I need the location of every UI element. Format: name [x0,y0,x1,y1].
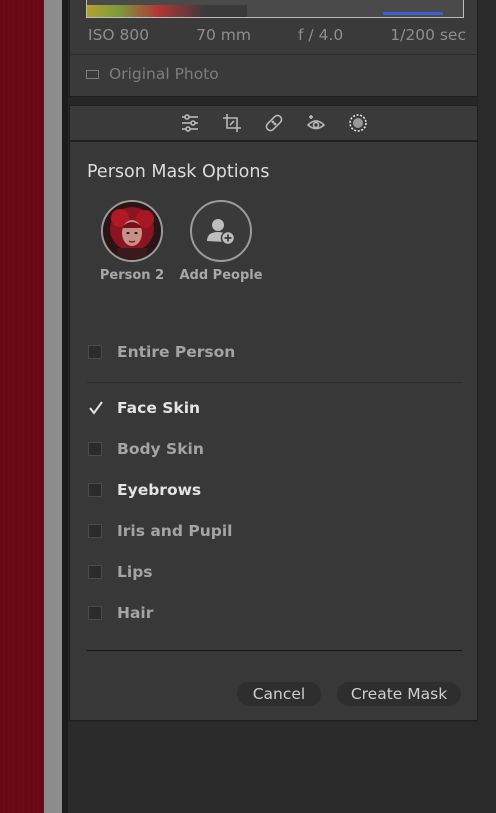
crop-icon[interactable] [221,112,243,134]
photo-frame-border [44,0,62,813]
option-face-skin[interactable]: Face Skin [88,399,200,417]
checkbox[interactable] [88,442,102,456]
option-label: Iris and Pupil [117,522,233,540]
person-2-chip[interactable]: Person 2 [87,200,177,283]
panel-gutter [62,0,68,813]
option-label: Hair [117,604,154,622]
histogram-blue-channel [383,12,443,15]
divider [70,54,477,55]
divider [87,382,462,383]
checkmark-icon[interactable] [88,401,103,415]
panel-footer-area [68,722,496,813]
checkbox[interactable] [88,565,102,579]
exif-info-row: ISO 800 70 mm f / 4.0 1/200 sec [88,26,466,46]
original-photo-toggle[interactable]: Original Photo [86,65,219,83]
histogram[interactable] [86,0,464,18]
develop-tool-strip [69,105,478,141]
option-label: Face Skin [117,399,201,417]
histogram-panel: ISO 800 70 mm f / 4.0 1/200 sec Original… [69,0,478,97]
create-mask-button[interactable]: Create Mask [337,682,461,706]
option-label: Lips [117,563,153,581]
person-mask-options-panel: Person Mask Options Person 2 Add People … [69,141,478,721]
masking-icon[interactable] [347,112,369,134]
aperture-value: f / 4.0 [298,26,344,44]
checkbox[interactable] [88,524,102,538]
person-2-thumbnail[interactable] [101,200,163,262]
option-lips[interactable]: Lips [88,563,153,581]
histogram-fill [87,5,247,17]
cancel-button[interactable]: Cancel [237,682,321,706]
option-body-skin[interactable]: Body Skin [88,440,204,458]
redeye-icon[interactable] [305,112,327,134]
person-2-label: Person 2 [99,268,165,283]
option-label: Body Skin [117,440,204,458]
option-hair[interactable]: Hair [88,604,153,622]
add-people-button[interactable]: Add People [176,200,266,283]
background-photo-edge [0,0,44,813]
option-label: Eyebrows [117,481,202,499]
scrollbar-track[interactable] [478,0,496,813]
shutter-speed-value: 1/200 sec [390,26,466,44]
checkbox[interactable] [88,606,102,620]
add-people-label: Add People [179,268,263,283]
option-entire-person[interactable]: Entire Person [88,343,235,361]
divider [87,650,462,651]
focal-length-value: 70 mm [196,26,252,44]
healing-icon[interactable] [263,112,285,134]
checkbox[interactable] [88,345,102,359]
option-eyebrows[interactable]: Eyebrows [88,481,201,499]
sliders-icon[interactable] [179,112,201,134]
panel-title: Person Mask Options [87,162,270,182]
add-person-icon[interactable] [190,200,252,262]
option-label: Entire Person [117,343,236,361]
original-photo-label: Original Photo [109,65,219,83]
option-iris-and-pupil[interactable]: Iris and Pupil [88,522,232,540]
checkbox[interactable] [88,483,102,497]
original-photo-checkbox[interactable] [86,69,99,79]
iso-value: ISO 800 [88,26,150,44]
